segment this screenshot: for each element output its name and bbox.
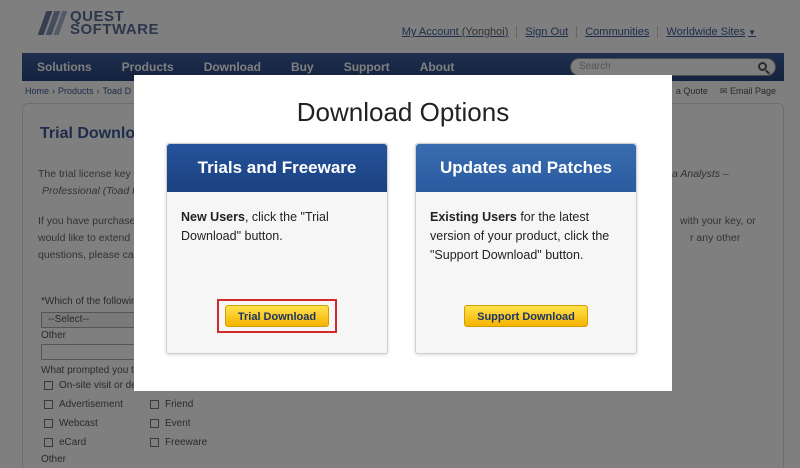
updates-patches-header: Updates and Patches [416, 144, 636, 192]
new-users-label: New Users [181, 210, 245, 224]
trial-download-button[interactable]: Trial Download [224, 305, 330, 327]
trials-freeware-card: Trials and Freeware New Users, click the… [166, 143, 388, 354]
updates-patches-card: Updates and Patches Existing Users for t… [415, 143, 637, 354]
trials-freeware-header: Trials and Freeware [167, 144, 387, 192]
existing-users-label: Existing Users [430, 210, 517, 224]
download-options-modal: Download Options Trials and Freeware New… [134, 75, 672, 391]
updates-patches-text: Existing Users for the latest version of… [416, 192, 636, 265]
modal-title: Download Options [296, 97, 510, 127]
trials-freeware-text: New Users, click the "Trial Download" bu… [167, 192, 387, 246]
trial-download-highlight: Trial Download [216, 299, 338, 333]
support-download-button[interactable]: Support Download [464, 305, 588, 327]
